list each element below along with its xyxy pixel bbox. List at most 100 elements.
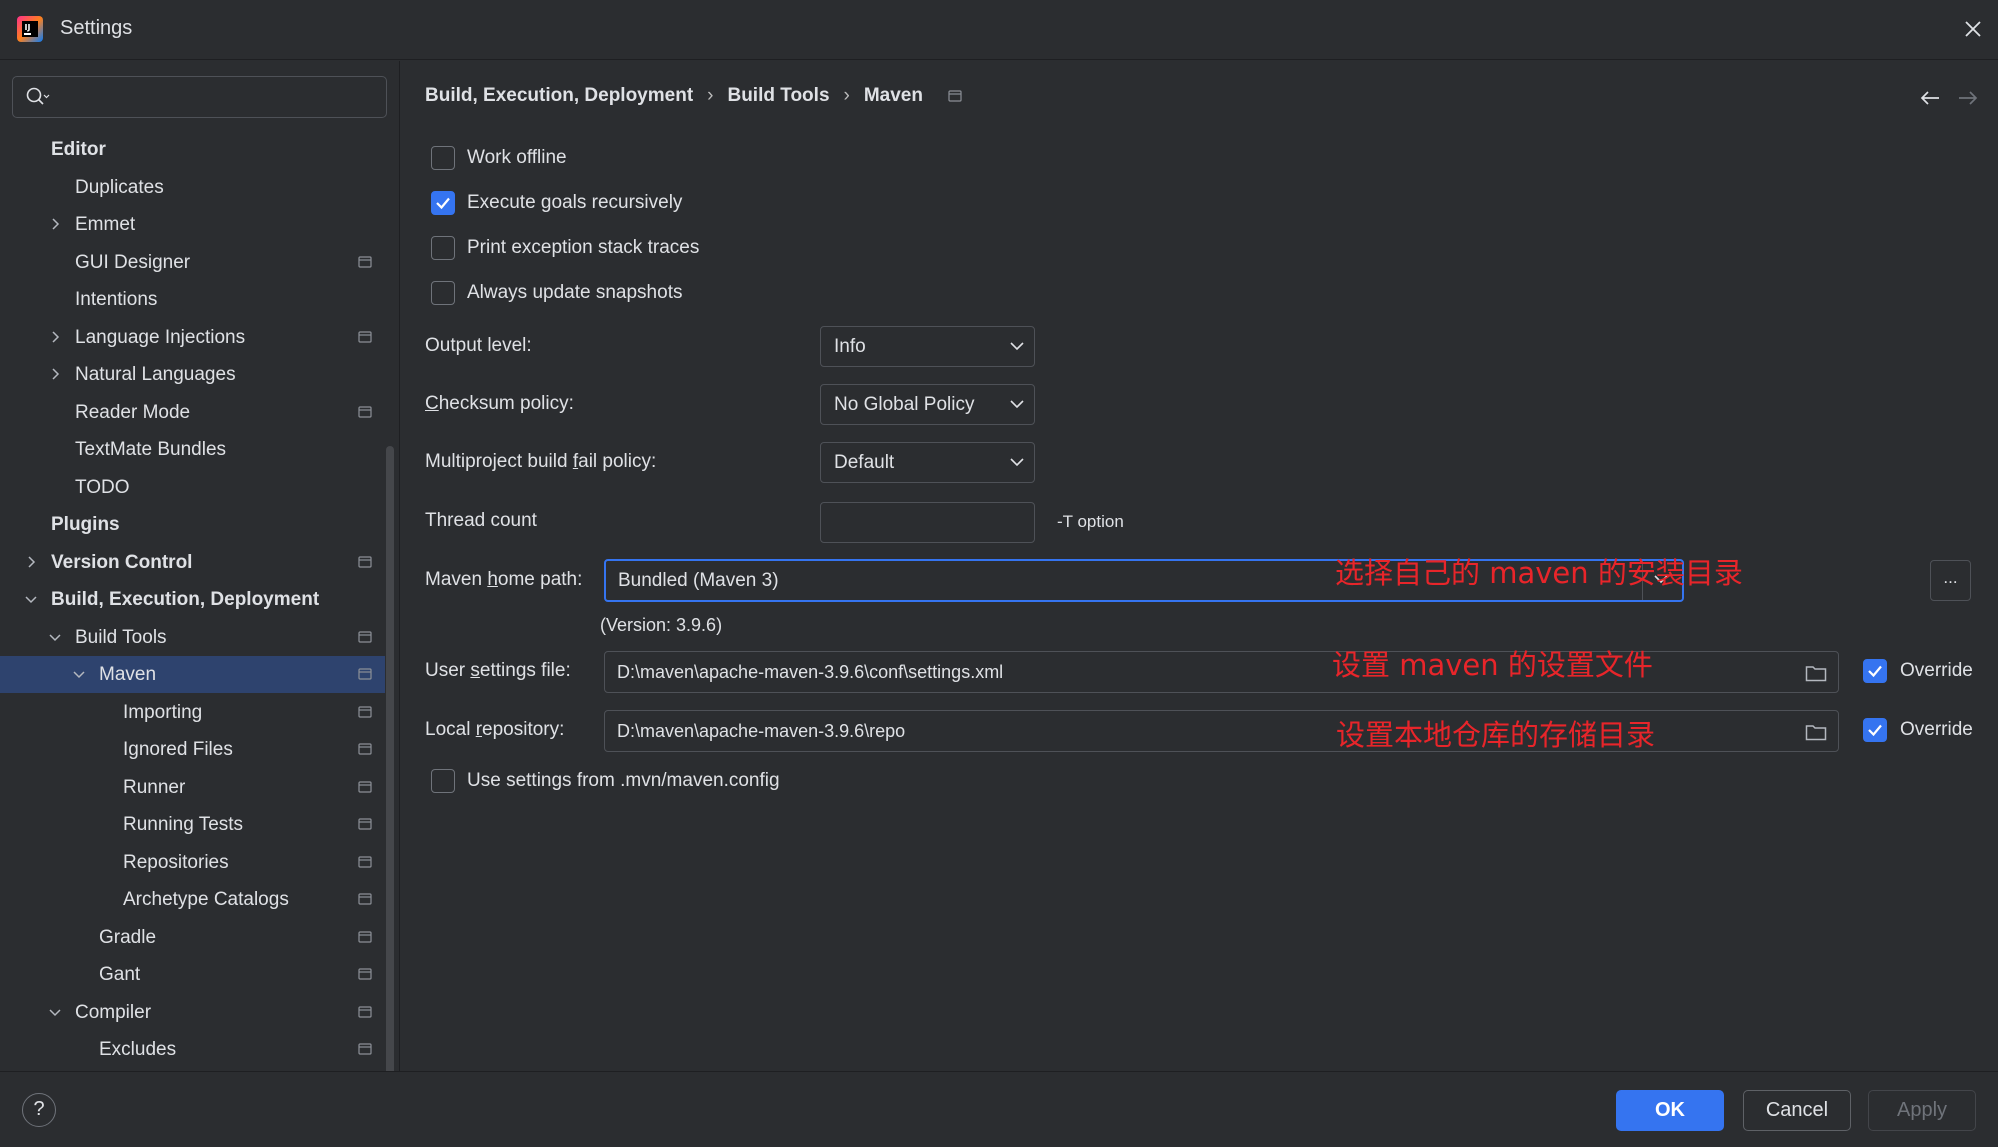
tree-item-ignored-files[interactable]: Ignored Files <box>0 731 385 768</box>
chevron-down-icon[interactable] <box>47 629 63 645</box>
folder-icon[interactable] <box>1805 723 1827 741</box>
tree-item-label: Importing <box>123 702 203 723</box>
cancel-button[interactable]: Cancel <box>1743 1090 1851 1131</box>
tree-item-natural-languages[interactable]: Natural Languages <box>0 356 385 393</box>
project-scope-icon <box>358 818 372 830</box>
tree-item-running-tests[interactable]: Running Tests <box>0 806 385 843</box>
ok-button[interactable]: OK <box>1616 1090 1724 1131</box>
project-scope-icon <box>358 743 372 755</box>
tree-item-gradle[interactable]: Gradle <box>0 919 385 956</box>
search-field[interactable] <box>12 76 387 118</box>
project-scope-icon <box>948 90 962 102</box>
tree-item-label: Running Tests <box>123 814 244 835</box>
override-checkbox[interactable] <box>1863 718 1887 742</box>
tree-item-textmate-bundles[interactable]: TextMate Bundles <box>0 431 385 468</box>
override-checkbox[interactable] <box>1863 659 1887 683</box>
use-mvn-config-checkbox[interactable] <box>431 769 455 793</box>
dialog-button-bar: ? OK Cancel Apply <box>0 1071 1998 1147</box>
mnemonic-char: C <box>425 393 439 414</box>
project-scope-icon <box>358 856 372 868</box>
tree-item-editor[interactable]: Editor <box>0 131 385 168</box>
label-text: Maven <box>425 569 488 590</box>
work-offline-checkbox[interactable] <box>431 146 455 170</box>
project-scope-icon <box>358 781 372 793</box>
tree-item-compiler[interactable]: Compiler <box>0 994 385 1031</box>
tree-item-importing[interactable]: Importing <box>0 694 385 731</box>
title-bar: IJ Settings <box>0 0 1998 60</box>
tree-item-maven[interactable]: Maven <box>0 656 385 693</box>
tree-item-language-injections[interactable]: Language Injections <box>0 319 385 356</box>
dropdown-value: Bundled (Maven 3) <box>618 570 779 591</box>
tree-item-gui-designer[interactable]: GUI Designer <box>0 244 385 281</box>
forward-arrow-icon[interactable] <box>1956 88 1980 108</box>
project-scope-icon <box>358 1043 372 1055</box>
tree-item-duplicates[interactable]: Duplicates <box>0 169 385 206</box>
apply-button[interactable]: Apply <box>1868 1090 1976 1131</box>
tree-item-todo[interactable]: TODO <box>0 469 385 506</box>
settings-sidebar: Editor Duplicates Emmet GUI Designer Int… <box>0 61 400 1076</box>
tree-item-reader-mode[interactable]: Reader Mode <box>0 394 385 431</box>
tree-item-label: Repositories <box>123 852 229 873</box>
tree-item-label: GUI Designer <box>75 252 191 273</box>
chevron-right-icon[interactable] <box>23 554 39 570</box>
close-icon[interactable] <box>1960 16 1986 42</box>
window-title: Settings <box>60 17 133 39</box>
tree-item-version-control[interactable]: Version Control <box>0 544 385 581</box>
tree-item-label: Language Injections <box>75 327 246 348</box>
chevron-down-icon[interactable] <box>71 666 87 682</box>
always-update-label: Always update snapshots <box>467 282 683 303</box>
tree-item-archetype-catalogs[interactable]: Archetype Catalogs <box>0 881 385 918</box>
tree-item-label: Editor <box>51 139 106 160</box>
breadcrumb-item[interactable]: Build Tools <box>727 85 829 106</box>
dropdown-value: No Global Policy <box>834 394 975 415</box>
breadcrumb-item[interactable]: Build, Execution, Deployment <box>425 85 693 106</box>
project-scope-icon <box>358 331 372 343</box>
execute-goals-checkbox[interactable] <box>431 191 455 215</box>
tree-item-label: Reader Mode <box>75 402 191 423</box>
print-exception-checkbox[interactable] <box>431 236 455 260</box>
back-arrow-icon[interactable] <box>1918 88 1942 108</box>
tree-item-label: Maven <box>99 664 157 685</box>
output-level-dropdown[interactable]: Info <box>820 326 1035 367</box>
thread-count-input[interactable] <box>820 502 1035 543</box>
mnemonic-char: s <box>470 660 480 681</box>
chevron-down-icon <box>1010 458 1024 467</box>
project-scope-icon <box>358 668 372 680</box>
checkmark-icon <box>1868 665 1882 678</box>
chevron-right-icon[interactable] <box>47 366 63 382</box>
maven-home-browse-button[interactable]: ... <box>1930 560 1971 601</box>
sidebar-scrollbar[interactable] <box>386 446 394 1076</box>
breadcrumb: Build, Execution, Deployment › Build Tools… <box>425 85 962 107</box>
tree-item-label: Version Control <box>51 552 193 573</box>
tree-item-repositories[interactable]: Repositories <box>0 844 385 881</box>
tree-item-excludes[interactable]: Excludes <box>0 1031 385 1068</box>
label-text: ail policy: <box>578 451 657 472</box>
search-input[interactable] <box>61 83 371 111</box>
tree-item-intentions[interactable]: Intentions <box>0 281 385 318</box>
chevron-down-icon[interactable] <box>23 591 39 607</box>
multiproject-policy-dropdown[interactable]: Default <box>820 442 1035 483</box>
help-button[interactable]: ? <box>22 1093 56 1127</box>
label-text: Multiproject build <box>425 451 573 472</box>
tree-item-gant[interactable]: Gant <box>0 956 385 993</box>
chevron-right-icon[interactable] <box>47 329 63 345</box>
tree-item-runner[interactable]: Runner <box>0 769 385 806</box>
folder-icon[interactable] <box>1805 664 1827 682</box>
checksum-policy-dropdown[interactable]: No Global Policy <box>820 384 1035 425</box>
user-settings-field[interactable]: D:\maven\apache-maven-3.9.6\conf\setting… <box>604 651 1839 693</box>
tree-item-build-tools[interactable]: Build Tools <box>0 619 385 656</box>
tree-item-build-execution-deployment[interactable]: Build, Execution, Deployment <box>0 581 385 618</box>
chevron-down-icon[interactable] <box>47 1004 63 1020</box>
always-update-checkbox[interactable] <box>431 281 455 305</box>
search-icon <box>26 87 50 105</box>
project-scope-icon <box>358 1006 372 1018</box>
tree-item-emmet[interactable]: Emmet <box>0 206 385 243</box>
chevron-right-icon[interactable] <box>47 216 63 232</box>
annotation-user-settings: 设置 maven 的设置文件 <box>1332 648 1653 682</box>
checkmark-icon <box>436 197 450 210</box>
tree-item-plugins[interactable]: Plugins <box>0 506 385 543</box>
project-scope-icon <box>358 631 372 643</box>
tree-item-label: Emmet <box>75 214 136 235</box>
field-value: D:\maven\apache-maven-3.9.6\repo <box>617 721 906 741</box>
tree-item-label: TextMate Bundles <box>75 439 227 460</box>
